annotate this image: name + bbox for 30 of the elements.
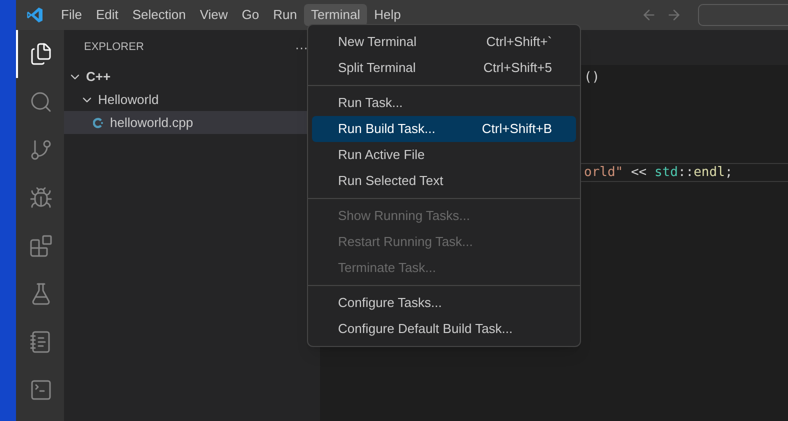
menu-item[interactable]: Run Selected Text [312, 168, 576, 194]
menu-bar-item[interactable]: Selection [125, 4, 193, 26]
files-icon [29, 42, 53, 66]
menu-bar-item[interactable]: Edit [88, 4, 126, 26]
menu-item[interactable]: New Terminal Ctrl+Shift+` [312, 29, 576, 55]
menu-item[interactable]: Run Build Task... Ctrl+Shift+B [312, 116, 576, 142]
menu-bar-item[interactable]: Help [367, 4, 408, 26]
blocks-icon [29, 234, 53, 258]
menu-bar-item[interactable]: Go [234, 4, 266, 26]
bug-icon [29, 186, 53, 210]
forward-icon[interactable] [666, 7, 682, 23]
menu-bar-item[interactable]: File [54, 4, 89, 26]
sidebar-title: EXPLORER [84, 40, 145, 56]
code-line: () [584, 68, 600, 87]
more-actions-button[interactable]: ··· [295, 38, 308, 58]
branch-icon [29, 138, 53, 162]
menu-bar-item[interactable]: View [192, 4, 235, 26]
code-line: orld" << std::endl; [584, 164, 733, 182]
menu-bar-item[interactable]: Terminal [304, 4, 368, 26]
back-icon[interactable] [641, 7, 657, 23]
menu-item[interactable]: Run Active File [312, 142, 576, 168]
cpp-file-icon [92, 116, 106, 130]
menu-item[interactable]: Configure Default Build Task... [312, 316, 576, 342]
menu-item[interactable]: Configure Tasks... [312, 290, 576, 316]
terminal-icon [29, 378, 53, 402]
command-center-field[interactable] [698, 4, 788, 26]
notebook-icon [29, 330, 53, 354]
logo-icon [26, 6, 44, 24]
search-icon [29, 90, 53, 114]
menu-bar-item[interactable]: Run [266, 4, 304, 26]
